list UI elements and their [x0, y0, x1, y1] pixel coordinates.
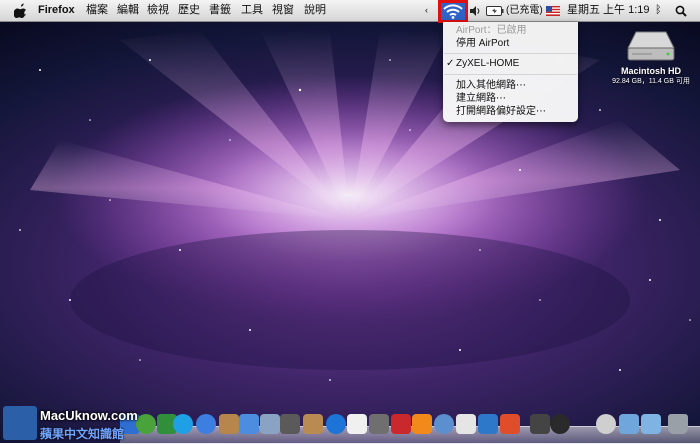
preview-icon[interactable]: [219, 414, 239, 434]
hard-drive-icon: [627, 31, 675, 61]
dashboard-icon[interactable]: [369, 414, 389, 434]
safari-icon[interactable]: [326, 414, 346, 434]
skype-icon[interactable]: [173, 414, 193, 434]
input-flag-us-icon[interactable]: [546, 6, 560, 16]
airport-status: AirPort：已啟用: [456, 25, 527, 36]
join-other-network-item[interactable]: 加入其他網路⋯: [456, 80, 526, 92]
menu-separator: [444, 74, 577, 75]
vlc-icon[interactable]: [412, 414, 432, 434]
battery-icon[interactable]: [486, 6, 504, 16]
macintosh-hd-drive[interactable]: Macintosh HD 92.84 GB，11.4 GB 可用: [612, 26, 690, 86]
battery-status-text: (已充電): [506, 5, 543, 16]
volume-icon[interactable]: [469, 5, 481, 17]
iphoto-icon[interactable]: [260, 414, 280, 434]
bluetooth-icon[interactable]: ᛒ: [655, 4, 662, 17]
photobooth-icon[interactable]: [303, 414, 323, 434]
itunes-icon[interactable]: [239, 414, 259, 434]
menu-file[interactable]: 檔案: [86, 4, 108, 17]
documents-icon[interactable]: [596, 414, 616, 434]
menu-extras-chevron-icon[interactable]: ‹: [425, 4, 428, 17]
menu-app-name[interactable]: Firefox: [38, 4, 75, 17]
calendar-icon[interactable]: [347, 414, 367, 434]
menu-window[interactable]: 視窗: [272, 4, 294, 17]
watermark-tagline: 蘋果中文知識館: [40, 427, 125, 441]
menu-separator: [444, 53, 577, 54]
dock: [120, 412, 700, 444]
disable-airport-item[interactable]: 停用 AirPort: [456, 38, 509, 50]
menu-bookmarks[interactable]: 書籤: [209, 4, 231, 17]
watermark-logo-icon: [3, 406, 37, 440]
textedit-icon[interactable]: [456, 414, 476, 434]
folder-icon[interactable]: [619, 414, 639, 434]
terminal-icon[interactable]: [500, 414, 520, 434]
spaces-icon[interactable]: [530, 414, 550, 434]
mail-icon[interactable]: [434, 414, 454, 434]
wifi-signal-icon: [443, 4, 463, 19]
menu-bar: Firefox 檔案 編輯 檢視 歷史 書籤 工具 視窗 說明 ‹ (已充電) …: [0, 0, 700, 23]
menu-tools[interactable]: 工具: [241, 4, 263, 17]
timemachine-icon[interactable]: [280, 414, 300, 434]
network-icon[interactable]: [136, 414, 156, 434]
create-network-item[interactable]: 建立網路⋯: [456, 93, 506, 105]
menu-help[interactable]: 說明: [304, 4, 326, 17]
network-item-zyxel-home[interactable]: ZyXEL-HOME: [456, 58, 519, 70]
apple-logo-icon[interactable]: [14, 3, 28, 18]
drive-info-label: 92.84 GB，11.4 GB 可用: [612, 78, 690, 85]
network-checkmark-icon: ✓: [446, 58, 455, 69]
activity-icon[interactable]: [391, 414, 411, 434]
watermark-site: MacUknow.com: [40, 408, 138, 423]
spotlight-search-icon[interactable]: [675, 5, 687, 17]
airport-wifi-icon[interactable]: [438, 0, 468, 23]
parallels-icon[interactable]: [478, 414, 498, 434]
folder-icon[interactable]: [641, 414, 661, 434]
airport-menu: AirPort：已啟用 停用 AirPort ✓ ZyXEL-HOME 加入其他…: [443, 22, 578, 122]
ichat-icon[interactable]: [196, 414, 216, 434]
menu-history[interactable]: 歷史: [178, 4, 200, 17]
menu-edit[interactable]: 編輯: [117, 4, 139, 17]
open-network-prefs-item[interactable]: 打開網路偏好設定⋯: [456, 106, 546, 118]
drive-name-label: Macintosh HD: [620, 66, 681, 76]
trash-icon[interactable]: [668, 414, 688, 434]
desktop-wallpaper: [0, 0, 700, 443]
menubar-clock[interactable]: 星期五 上午 1:19: [567, 4, 650, 17]
aurora-wallpaper: [19, 30, 691, 381]
watermark: MacUknow.com 蘋果中文知識館: [0, 404, 138, 443]
downloads-icon[interactable]: [550, 414, 570, 434]
menu-view[interactable]: 檢視: [147, 4, 169, 17]
